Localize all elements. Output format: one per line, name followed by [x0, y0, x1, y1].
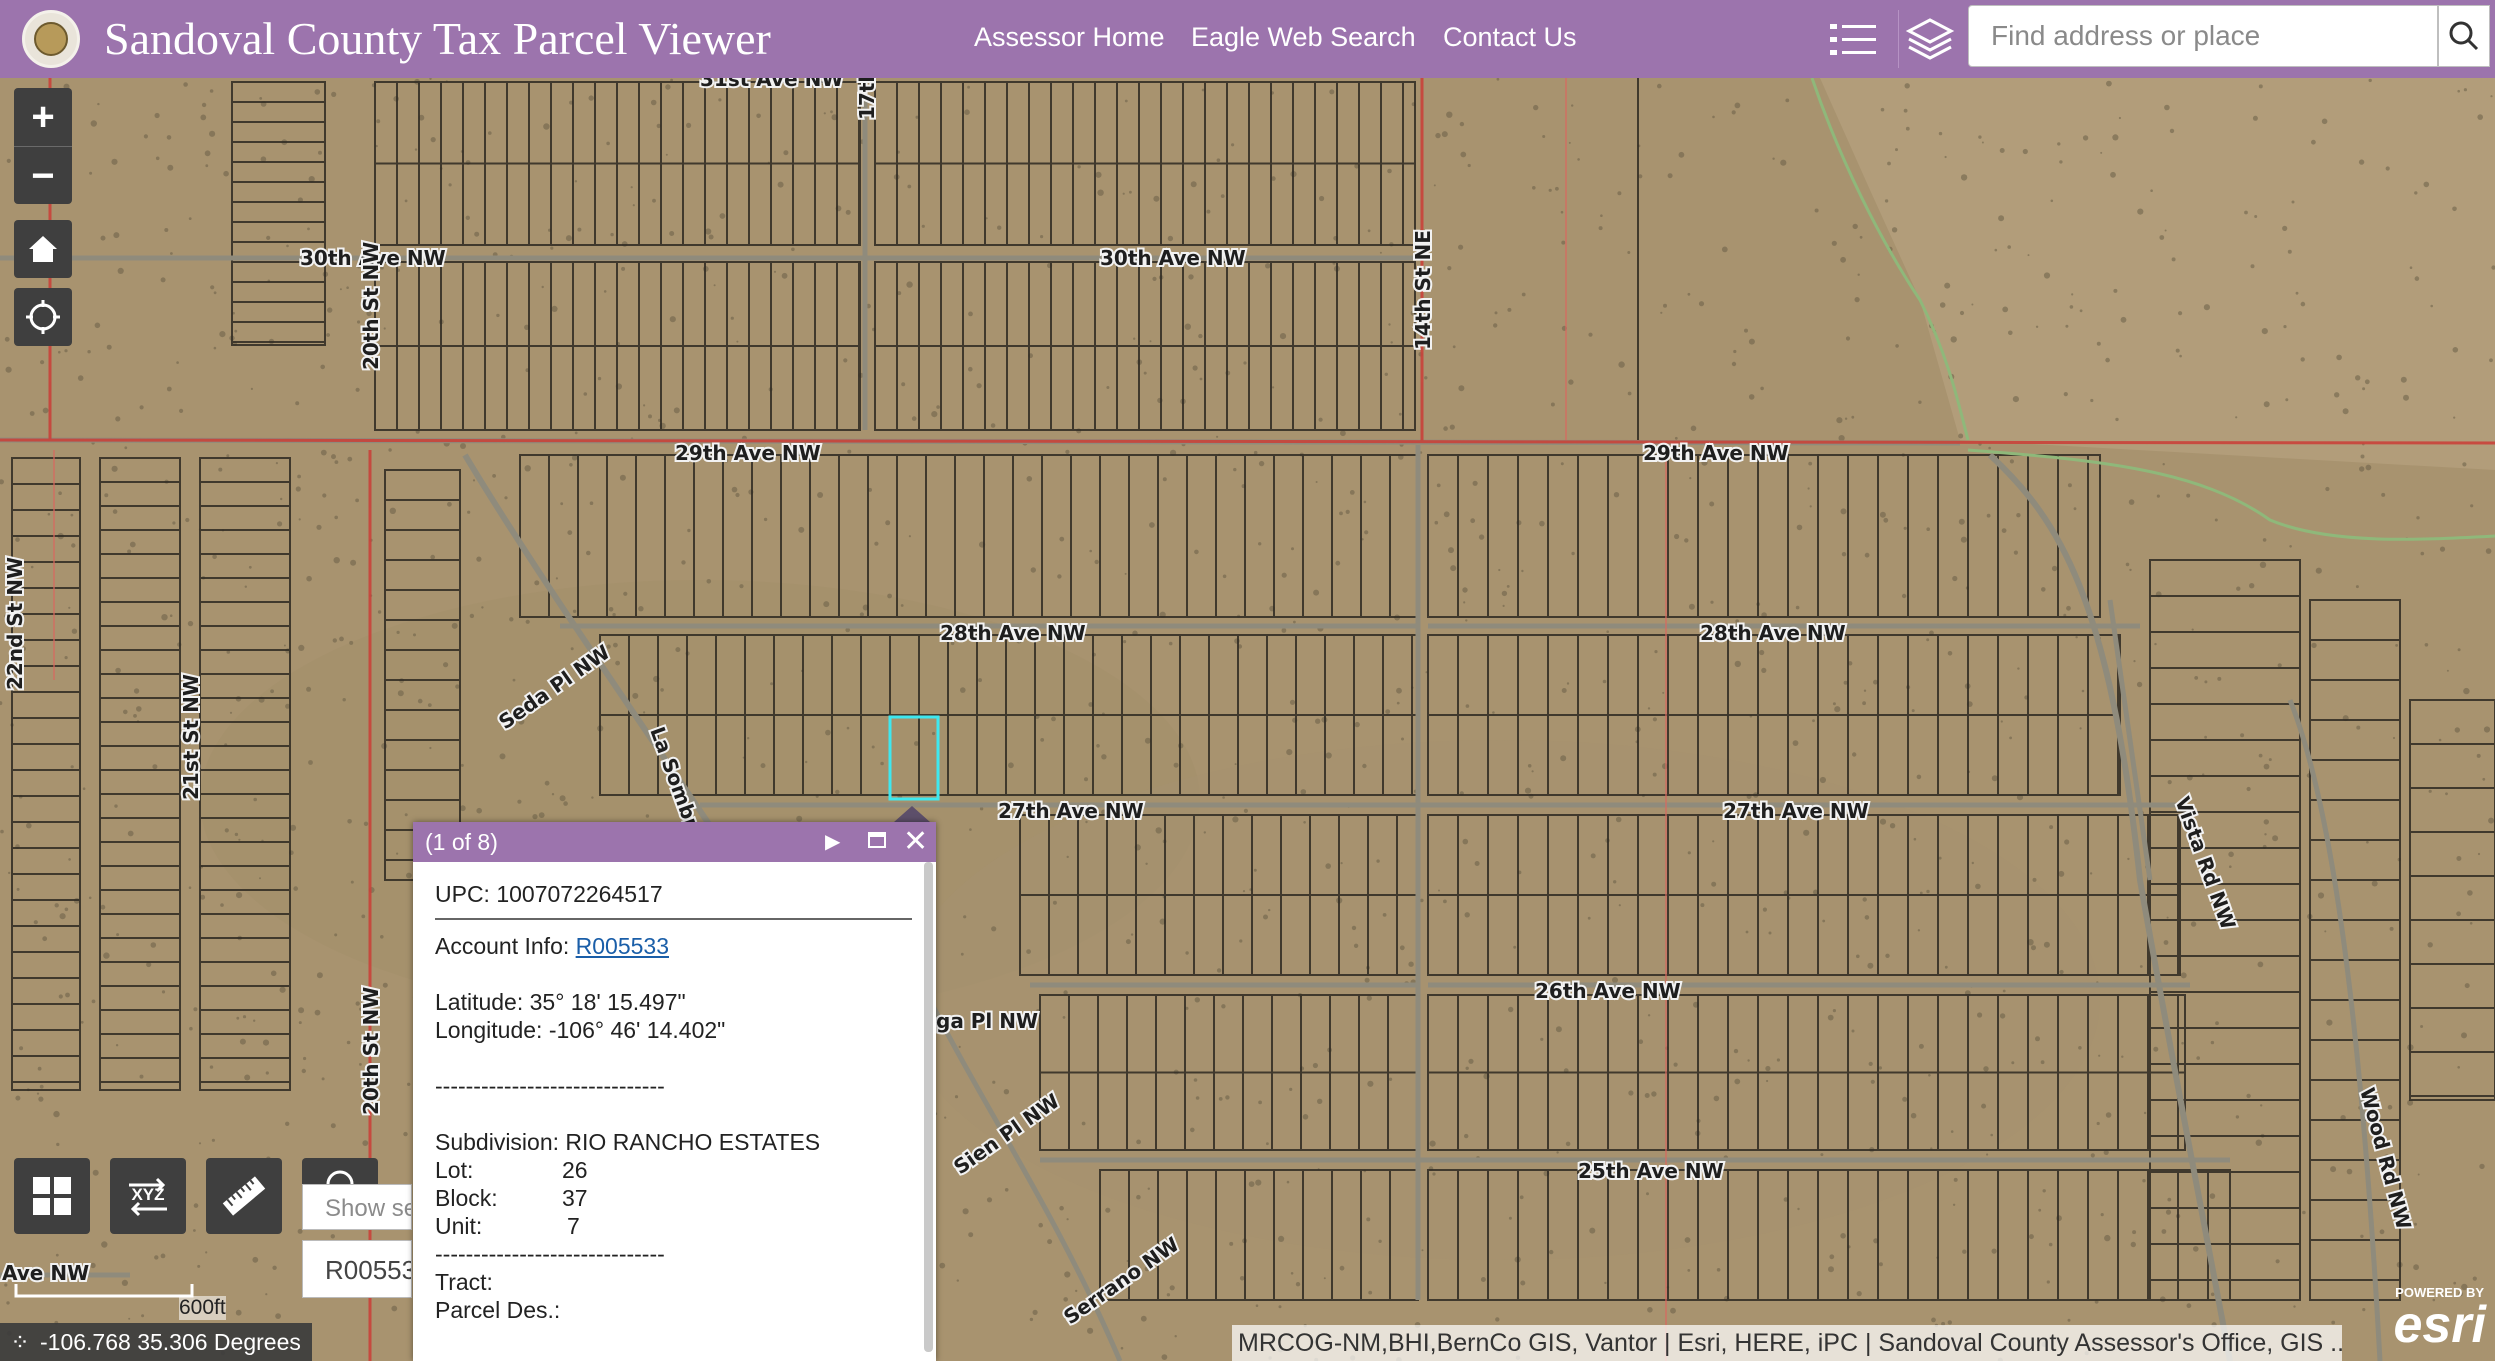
- search-widget-toggle[interactable]: [302, 1158, 378, 1184]
- street-label: 29th Ave NW: [675, 441, 821, 465]
- esri-wordmark: esri: [2393, 1296, 2486, 1354]
- coordinate-display: ⁘ -106.768 35.306 Degrees: [0, 1323, 312, 1361]
- list-icon[interactable]: [1822, 10, 1884, 68]
- coordinate-converter-button[interactable]: XYZ: [110, 1158, 186, 1234]
- street-label: ga Pl NW: [936, 1009, 1038, 1033]
- street-label: 20th St NW: [359, 242, 383, 370]
- street-label: 28th Ave NW: [940, 621, 1086, 645]
- popup-scrollbar[interactable]: [924, 862, 933, 1352]
- popup-counter: (1 of 8): [425, 829, 498, 855]
- block-label: Block:: [435, 1185, 498, 1211]
- search-button[interactable]: [2438, 5, 2490, 67]
- street-label: 29th Ave NW: [1643, 441, 1789, 465]
- measure-button[interactable]: [206, 1158, 282, 1234]
- lot-field: Lot: 26: [435, 1156, 900, 1184]
- close-icon[interactable]: ✕: [903, 822, 928, 862]
- county-seal-logo[interactable]: [22, 10, 80, 68]
- street-label: 21st St NW: [179, 674, 203, 800]
- block-value: 37: [562, 1185, 588, 1211]
- street-label: 20th St NW: [359, 987, 383, 1115]
- separator-text: ------------------------------: [435, 1073, 665, 1099]
- search-widget-input[interactable]: Show se: [302, 1184, 412, 1230]
- lot-value: 26: [562, 1157, 588, 1183]
- separator-text-2: ------------------------------: [435, 1241, 665, 1267]
- street-label: 30th Ave NW: [1100, 246, 1246, 270]
- esri-logo[interactable]: POWERED BY esri: [2360, 1285, 2490, 1361]
- parcel-id-input[interactable]: R00553: [302, 1240, 412, 1298]
- account-link[interactable]: R005533: [576, 933, 669, 959]
- account-info-field: Account Info: R005533: [435, 932, 900, 960]
- street-label: 27th Ave NW: [998, 799, 1144, 823]
- nav-eagle-web-search[interactable]: Eagle Web Search: [1191, 22, 1416, 53]
- crosshair-icon[interactable]: ⁘: [0, 1323, 40, 1361]
- longitude-field: Longitude: -106° 46' 14.402": [435, 1017, 726, 1043]
- street-label: 14th St NE: [1411, 230, 1435, 350]
- unit-label: Unit:: [435, 1213, 483, 1239]
- search-input[interactable]: Find address or place: [1968, 5, 2438, 67]
- tract-field: Tract:: [435, 1269, 493, 1295]
- subdivision-field: Subdivision: RIO RANCHO ESTATES: [435, 1129, 821, 1155]
- block-field: Block: 37: [435, 1184, 900, 1212]
- app-title: Sandoval County Tax Parcel Viewer: [104, 13, 771, 64]
- parcel-popup: (1 of 8) ▶ ✕ UPC: 1007072264517 Account …: [413, 822, 936, 1361]
- unit-field: Unit: 7: [435, 1212, 900, 1240]
- nav-contact-us[interactable]: Contact Us: [1443, 22, 1577, 53]
- street-label: 26th Ave NW: [1535, 979, 1681, 1003]
- ruler-icon: [222, 1176, 266, 1216]
- zoom-in-button[interactable]: +: [14, 88, 72, 146]
- account-label: Account Info:: [435, 933, 576, 959]
- map-attribution: MRCOG-NM,BHI,BernCo GIS, Vantor | Esri, …: [1232, 1325, 2342, 1361]
- coordinate-readout: -106.768 35.306 Degrees: [40, 1329, 301, 1355]
- parcel-description-field: Parcel Des.:: [435, 1297, 561, 1323]
- popup-content: UPC: 1007072264517 Account Info: R005533…: [413, 862, 922, 1361]
- app-header: Sandoval County Tax Parcel Viewer Assess…: [0, 0, 2495, 78]
- unit-value: 7: [567, 1213, 580, 1239]
- scale-bar: 600ft: [14, 1282, 226, 1320]
- street-label: 25th Ave NW: [1578, 1159, 1724, 1183]
- street-label: 27th Ave NW: [1723, 799, 1869, 823]
- popup-header: (1 of 8) ▶ ✕: [413, 822, 936, 862]
- street-label: 17th St: [855, 78, 879, 120]
- search-icon: [326, 1170, 354, 1184]
- home-icon: [29, 236, 57, 262]
- search-icon: [2449, 21, 2479, 51]
- locate-icon: [26, 300, 60, 334]
- nav-assessor-home[interactable]: Assessor Home: [974, 22, 1165, 53]
- popup-divider: [435, 918, 912, 920]
- popup-pointer: [894, 806, 930, 822]
- maximize-icon[interactable]: [868, 832, 886, 848]
- zoom-out-button[interactable]: −: [14, 146, 72, 205]
- scale-label: 600ft: [179, 1296, 226, 1320]
- next-feature-button[interactable]: ▶: [825, 822, 840, 862]
- latitude-field: Latitude: 35° 18' 15.497": [435, 989, 686, 1015]
- street-label: 28th Ave NW: [1700, 621, 1846, 645]
- lot-label: Lot:: [435, 1157, 474, 1183]
- locate-button[interactable]: [14, 288, 72, 346]
- basemap-gallery-button[interactable]: [14, 1158, 90, 1234]
- street-label: 31st Ave NW: [700, 78, 843, 91]
- street-label: 22nd St NW: [3, 557, 27, 690]
- upc-field: UPC: 1007072264517: [435, 881, 663, 907]
- home-button[interactable]: [14, 220, 72, 278]
- zoom-control: + −: [14, 88, 72, 204]
- xyz-label: XYZ: [131, 1185, 165, 1204]
- layers-icon[interactable]: [1898, 10, 1961, 68]
- grid-icon: [33, 1177, 71, 1215]
